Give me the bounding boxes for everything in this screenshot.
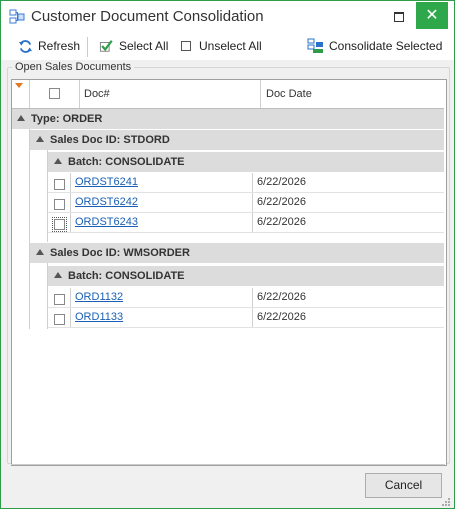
row-checkbox[interactable]	[53, 198, 65, 210]
header-select-all-cell[interactable]	[30, 80, 80, 108]
collapse-arrow-icon	[36, 249, 44, 256]
doc-date: 6/22/2026	[257, 196, 306, 208]
column-divider	[252, 288, 253, 307]
group-row-type[interactable]: Type: ORDER	[12, 109, 444, 129]
refresh-button[interactable]: Refresh	[18, 36, 80, 56]
group-label: Sales Doc ID: WMSORDER	[50, 247, 190, 259]
checkmark-icon	[99, 40, 113, 52]
row-checkbox-cell[interactable]	[48, 308, 71, 327]
toolbar: Refresh Select All Unselect All Consolid…	[1, 32, 454, 60]
row-checkbox-cell[interactable]	[48, 173, 71, 192]
row-checkbox[interactable]	[51, 216, 67, 232]
column-divider	[252, 308, 253, 327]
close-button[interactable]: ✕	[416, 2, 448, 29]
doc-date: 6/22/2026	[257, 311, 306, 323]
toolbar-separator	[87, 37, 88, 57]
group-label: Sales Doc ID: STDORD	[50, 134, 170, 146]
header-checkbox[interactable]	[49, 87, 60, 99]
column-divider	[252, 173, 253, 192]
table-row[interactable]: ORD1133 6/22/2026	[48, 308, 444, 328]
doc-date: 6/22/2026	[257, 216, 306, 228]
doc-link[interactable]: ORD1133	[75, 308, 252, 327]
column-header-doc[interactable]: Doc#	[80, 80, 261, 108]
resize-grip-icon[interactable]	[441, 497, 451, 507]
group-row-sales-doc[interactable]: Sales Doc ID: STDORD	[30, 130, 444, 150]
consolidate-selected-button[interactable]: Consolidate Selected	[307, 36, 442, 56]
footer-divider	[11, 464, 445, 465]
indent-column	[12, 129, 30, 329]
maximize-button[interactable]	[387, 5, 413, 27]
doc-link[interactable]: ORD1132	[75, 288, 252, 307]
collapse-arrow-icon	[54, 158, 62, 165]
group-row-sales-doc[interactable]: Sales Doc ID: WMSORDER	[30, 243, 444, 263]
group-label: Batch: CONSOLIDATE	[68, 270, 185, 282]
collapse-arrow-icon	[36, 136, 44, 143]
indent-column	[30, 263, 48, 329]
group-row-batch[interactable]: Batch: CONSOLIDATE	[48, 152, 444, 172]
doc-link[interactable]: ORDST6241	[75, 173, 252, 192]
documents-grid: Doc# Doc Date Type: ORDER Sales Doc ID: …	[11, 79, 447, 466]
close-icon: ✕	[425, 7, 439, 24]
consolidate-icon	[307, 38, 323, 53]
row-checkbox[interactable]	[53, 178, 65, 190]
table-row[interactable]: ORD1132 6/22/2026	[48, 288, 444, 308]
collapse-arrow-icon	[17, 115, 25, 122]
column-divider	[252, 193, 253, 212]
row-checkbox-cell[interactable]	[48, 288, 71, 307]
row-checkbox[interactable]	[53, 293, 65, 305]
filter-cell[interactable]	[12, 80, 30, 108]
row-checkbox[interactable]	[53, 313, 65, 325]
doc-link[interactable]: ORDST6242	[75, 193, 252, 212]
column-header-doc-date[interactable]: Doc Date	[262, 80, 444, 108]
table-row[interactable]: ORDST6241 6/22/2026	[48, 173, 444, 193]
empty-checkbox-icon	[181, 41, 191, 51]
indent-column	[30, 150, 48, 242]
table-row[interactable]: ORDST6243 6/22/2026	[48, 213, 444, 233]
doc-link[interactable]: ORDST6243	[75, 213, 252, 232]
group-label: Batch: CONSOLIDATE	[68, 156, 185, 168]
maximize-icon	[394, 12, 404, 22]
select-all-label: Select All	[119, 39, 169, 53]
app-icon	[9, 9, 25, 24]
row-checkbox-cell[interactable]	[48, 193, 71, 212]
refresh-label: Refresh	[38, 39, 81, 53]
consolidate-selected-label: Consolidate Selected	[329, 39, 443, 53]
doc-date: 6/22/2026	[257, 291, 306, 303]
refresh-icon	[18, 39, 33, 53]
table-row[interactable]: ORDST6242 6/22/2026	[48, 193, 444, 213]
group-label: Type: ORDER	[31, 113, 103, 125]
cancel-button[interactable]: Cancel	[365, 473, 442, 498]
grid-header: Doc# Doc Date	[12, 80, 444, 109]
row-checkbox-cell[interactable]	[48, 213, 71, 232]
collapse-arrow-icon	[54, 272, 62, 279]
unselect-all-label: Unselect All	[199, 39, 262, 53]
unselect-all-button[interactable]: Unselect All	[181, 36, 262, 56]
doc-date: 6/22/2026	[257, 176, 306, 188]
filter-icon	[15, 83, 23, 88]
dialog-window: Customer Document Consolidation ✕ Refres…	[0, 0, 455, 509]
groupbox-legend: Open Sales Documents	[12, 61, 135, 73]
group-row-batch[interactable]: Batch: CONSOLIDATE	[48, 266, 444, 286]
title-bar: Customer Document Consolidation ✕	[1, 1, 454, 32]
select-all-button[interactable]: Select All	[99, 36, 168, 56]
column-divider	[252, 213, 253, 232]
window-title: Customer Document Consolidation	[31, 8, 264, 25]
